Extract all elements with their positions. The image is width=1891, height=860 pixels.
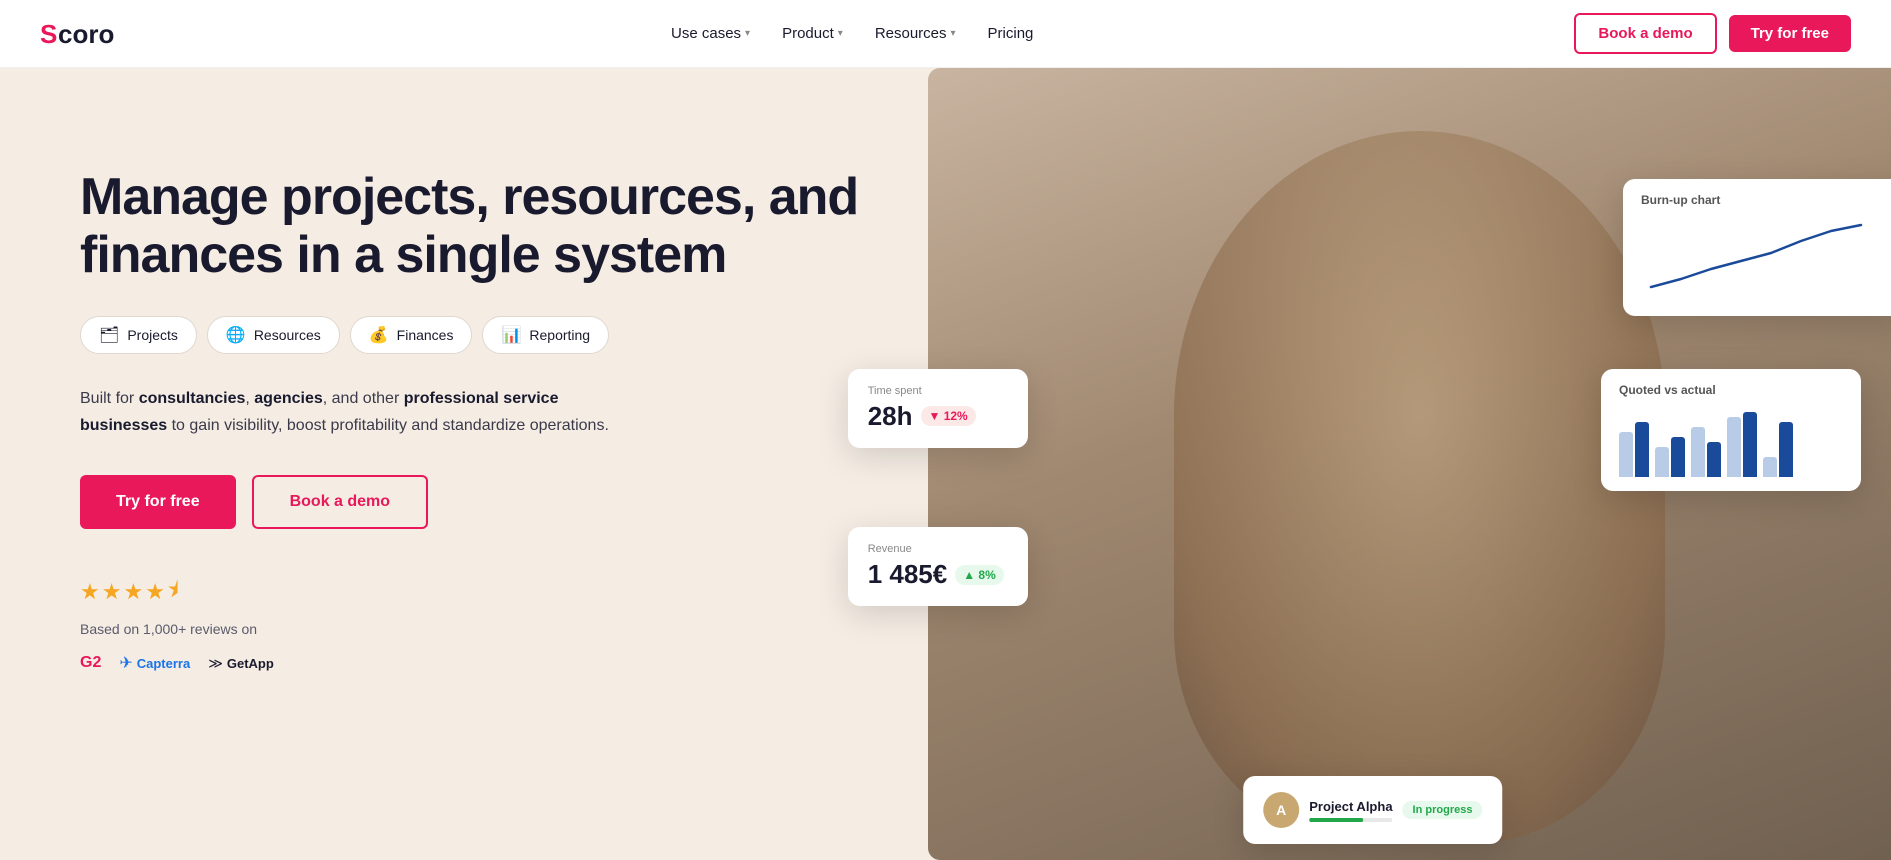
hero-try-free-button[interactable]: Try for free — [80, 475, 236, 529]
chevron-down-icon: ▾ — [951, 28, 956, 39]
status-badge: In progress — [1403, 801, 1483, 819]
nav-actions: Book a demo Try for free — [1574, 13, 1851, 54]
nav-product[interactable]: Product ▾ — [782, 25, 843, 42]
logo[interactable]: coro S — [40, 17, 130, 51]
bar-item — [1743, 412, 1757, 477]
hero-content: Manage projects, resources, and finances… — [0, 128, 1040, 733]
burnup-chart-card: Burn-up chart — [1623, 179, 1891, 316]
quoted-vs-actual-card: Quoted vs actual — [1601, 369, 1861, 491]
hero-visual: Burn-up chart Quoted vs actual — [928, 68, 1891, 860]
star-4: ★ — [145, 579, 165, 605]
star-3: ★ — [123, 579, 143, 605]
progress-bar-wrap — [1309, 818, 1392, 822]
resources-icon: 🌐 — [226, 325, 246, 345]
hero-title: Manage projects, resources, and finances… — [80, 168, 1040, 284]
bar-item — [1635, 422, 1649, 477]
g2-logo: G2 — [80, 654, 101, 672]
bar-item — [1671, 437, 1685, 477]
star-rating: ★ ★ ★ ★ ⯨ — [80, 573, 1040, 611]
svg-text:coro: coro — [58, 19, 114, 49]
tag-finances[interactable]: 💰 Finances — [350, 316, 473, 354]
hero-reviews: ★ ★ ★ ★ ⯨ Based on 1,000+ reviews on G2 … — [80, 573, 1040, 673]
review-text: Based on 1,000+ reviews on — [80, 621, 1040, 637]
bar-item — [1619, 432, 1633, 477]
nav-resources[interactable]: Resources ▾ — [875, 25, 956, 42]
bar-item — [1779, 422, 1793, 477]
hero-buttons: Try for free Book a demo — [80, 475, 1040, 529]
star-half: ⯨ — [167, 573, 179, 611]
star-2: ★ — [102, 579, 122, 605]
nav-use-cases[interactable]: Use cases ▾ — [671, 25, 750, 42]
burnup-title: Burn-up chart — [1641, 193, 1885, 207]
star-1: ★ — [80, 579, 100, 605]
projects-icon: 🗂 — [99, 325, 119, 345]
review-logos: G2 ✈ Capterra ≫ GetApp — [80, 653, 1040, 673]
hero-tags: 🗂 Projects 🌐 Resources 💰 Finances 📊 Repo… — [80, 316, 1040, 354]
capterra-logo: ✈ Capterra — [119, 653, 190, 673]
finances-icon: 💰 — [369, 325, 389, 345]
getapp-logo: ≫ GetApp — [208, 655, 274, 672]
tag-projects[interactable]: 🗂 Projects — [80, 316, 197, 354]
tag-resources[interactable]: 🌐 Resources — [207, 316, 340, 354]
navbar: coro S Use cases ▾ Product ▾ Resources ▾… — [0, 0, 1891, 68]
avatar: A — [1263, 792, 1299, 828]
hero-book-demo-button[interactable]: Book a demo — [252, 475, 428, 529]
quoted-title: Quoted vs actual — [1619, 383, 1843, 397]
progress-inner: A Project Alpha In progress — [1263, 792, 1482, 828]
svg-text:S: S — [40, 19, 57, 49]
bar-item — [1691, 427, 1705, 477]
reporting-icon: 📊 — [501, 325, 521, 345]
nav-links: Use cases ▾ Product ▾ Resources ▾ Pricin… — [671, 25, 1033, 42]
nav-pricing[interactable]: Pricing — [988, 25, 1034, 42]
hero-description: Built for consultancies, agencies, and o… — [80, 386, 620, 439]
hero-section: Manage projects, resources, and finances… — [0, 68, 1891, 860]
chevron-down-icon: ▾ — [745, 28, 750, 39]
try-free-button[interactable]: Try for free — [1729, 15, 1851, 52]
burnup-chart-svg — [1641, 217, 1881, 297]
book-demo-button[interactable]: Book a demo — [1574, 13, 1716, 54]
bar-item — [1655, 447, 1669, 477]
bars-chart — [1619, 407, 1843, 477]
progress-bar-fill — [1309, 818, 1363, 822]
chevron-down-icon: ▾ — [838, 28, 843, 39]
progress-card: A Project Alpha In progress — [1243, 776, 1502, 844]
bar-item — [1707, 442, 1721, 477]
bar-item — [1763, 457, 1777, 477]
bar-item — [1727, 417, 1741, 477]
progress-info: Project Alpha — [1309, 799, 1392, 822]
tag-reporting[interactable]: 📊 Reporting — [482, 316, 609, 354]
progress-name: Project Alpha — [1309, 799, 1392, 814]
